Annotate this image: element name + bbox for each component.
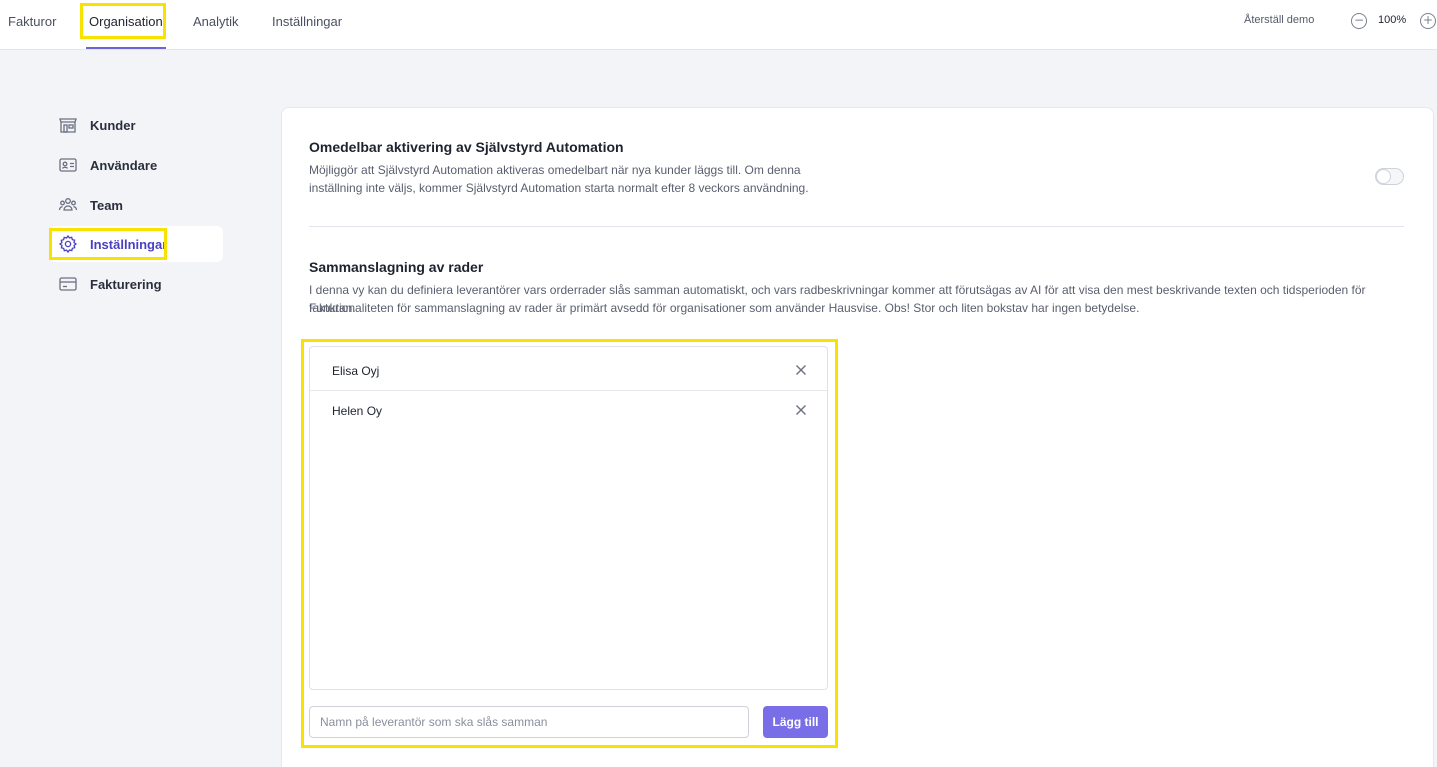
sidebar-item-label: Användare (90, 157, 158, 173)
list-item: Helen Oy (310, 392, 827, 431)
supplier-name: Helen Oy (332, 404, 383, 418)
store-icon (58, 115, 78, 135)
merge-description-line2: Funktionaliteten för sammanslagning av r… (309, 301, 1140, 315)
section-divider (309, 226, 1404, 227)
automation-title: Omedelbar aktivering av Självstyrd Autom… (309, 139, 624, 155)
supplier-name: Elisa Oyj (332, 364, 380, 378)
toggle-knob (1377, 170, 1390, 183)
sidebar-item-label: Fakturering (90, 276, 162, 292)
reset-demo-link[interactable]: Återställ demo (1244, 14, 1314, 26)
merge-title: Sammanslagning av rader (309, 259, 484, 275)
tab-analytik[interactable]: Analytik (193, 0, 239, 44)
close-icon[interactable] (793, 402, 809, 418)
list-item: Elisa Oyj (310, 352, 827, 391)
id-card-icon (58, 155, 78, 175)
sidebar-item-anvandare[interactable]: Användare (50, 147, 223, 183)
zoom-level: 100% (1378, 14, 1407, 26)
sidebar-item-kunder[interactable]: Kunder (50, 107, 223, 143)
tab-installningar[interactable]: Inställningar (272, 0, 342, 44)
automation-description-line1: Möjliggör att Självstyrd Automation akti… (309, 163, 801, 177)
automation-description-line2: inställning inte väljs, kommer Självstyr… (309, 181, 809, 195)
top-navigation-bar: Fakturor Organisation Analytik Inställni… (0, 0, 1437, 50)
automation-toggle[interactable] (1375, 168, 1404, 185)
highlight-organisation-tab (80, 3, 166, 39)
tab-fakturor[interactable]: Fakturor (8, 0, 56, 44)
zoom-out-icon[interactable]: − (1351, 13, 1367, 29)
supplier-name-input[interactable] (309, 706, 749, 738)
sidebar-item-label: Kunder (90, 117, 136, 133)
highlight-installningar-sidebar (49, 228, 167, 260)
users-icon (58, 195, 78, 215)
zoom-in-icon[interactable]: + (1420, 13, 1436, 29)
credit-card-icon (58, 274, 78, 294)
sidebar-item-fakturering[interactable]: Fakturering (50, 266, 223, 302)
sidebar-item-label: Team (90, 197, 123, 213)
add-supplier-button[interactable]: Lägg till (763, 706, 828, 738)
active-tab-underline (86, 47, 166, 49)
close-icon[interactable] (793, 362, 809, 378)
sidebar-item-team[interactable]: Team (50, 187, 223, 223)
supplier-list: Elisa Oyj Helen Oy (309, 346, 828, 690)
